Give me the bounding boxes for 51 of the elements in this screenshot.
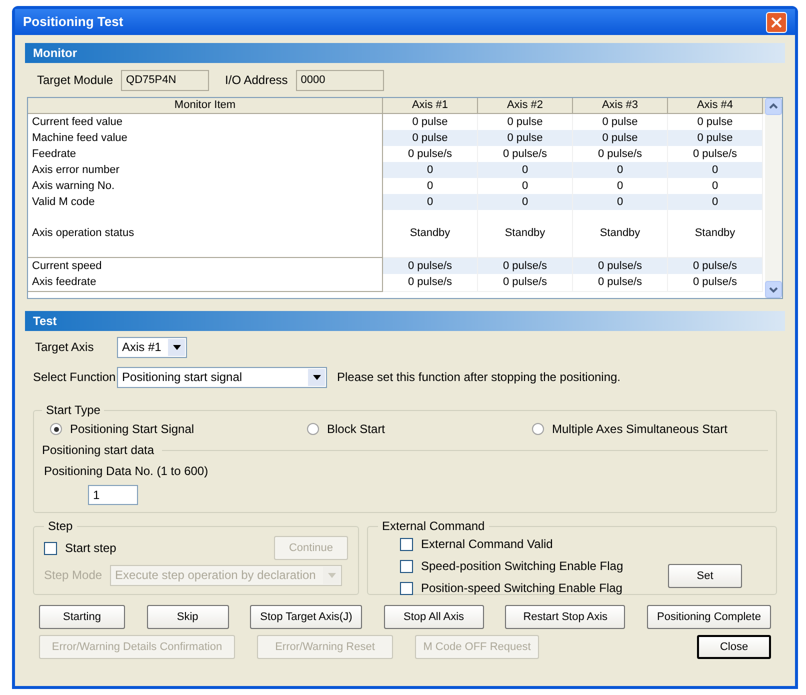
radio-button[interactable] [532, 423, 544, 435]
field-label: Step Mode [44, 567, 102, 584]
button[interactable]: Stop Target Axis(J) [250, 605, 362, 629]
table-cell: 0 pulse/s [383, 274, 478, 292]
radio-button[interactable] [307, 423, 319, 435]
button[interactable]: Stop All Axis [384, 605, 484, 629]
checkbox-label: Position-speed Switching Enable Flag [421, 580, 622, 597]
scroll-up-icon[interactable] [765, 98, 782, 115]
checkbox[interactable] [400, 560, 413, 572]
checkbox[interactable] [400, 582, 413, 594]
section-label: Positioning start data [42, 442, 154, 459]
radio-label: Block Start [327, 421, 386, 438]
table-cell: Axis operation status [28, 210, 383, 258]
group-title: Start Type [46, 403, 100, 417]
checkbox[interactable] [400, 538, 413, 550]
group-title: External Command [382, 519, 485, 533]
button[interactable]: Starting [39, 605, 125, 629]
section-header: Test [25, 311, 785, 331]
hint-text: Please set this function after stopping the positioning. [337, 369, 621, 386]
group-title: Step [48, 519, 73, 533]
table-cell: Standby [573, 210, 668, 258]
scroll-down-icon[interactable] [765, 281, 782, 298]
radio-label: Multiple Axes Simultaneous Start [552, 421, 728, 438]
table-cell: Axis feedrate [28, 274, 383, 292]
section-header: Monitor [25, 43, 785, 63]
radio-button[interactable] [50, 423, 62, 435]
table-cell: 0 pulse/s [478, 274, 573, 292]
checkbox-label: Start step [65, 540, 116, 557]
radio-label: Positioning Start Signal [70, 421, 194, 438]
set-button[interactable]: Set [668, 564, 742, 588]
button[interactable]: Positioning Complete [646, 605, 771, 629]
close-button[interactable]: Close [697, 635, 771, 659]
function-dropdown[interactable]: Positioning start signal [117, 366, 327, 388]
field-label: I/O Address [225, 72, 288, 89]
checkbox-label: External Command Valid [421, 536, 553, 553]
table-cell: 0 pulse/s [668, 274, 763, 292]
window-title: Positioning Test [23, 13, 124, 32]
field-label: Target Axis [35, 339, 95, 356]
field-label: Positioning Data No. (1 to 600) [43, 463, 210, 480]
table-cell: Standby [478, 210, 573, 258]
button[interactable]: Restart Stop Axis [505, 605, 626, 629]
table-cell: Standby [383, 210, 478, 258]
number-field[interactable]: 1 [88, 485, 138, 505]
checkbox[interactable] [44, 542, 57, 554]
button[interactable]: Skip [146, 605, 229, 629]
table-cell: Standby [668, 210, 763, 258]
field-label: Target Module [37, 72, 114, 89]
checkbox-label: Speed-position Switching Enable Flag [421, 558, 624, 575]
close-icon[interactable] [766, 12, 787, 32]
table-cell: 0 pulse/s [573, 274, 668, 292]
axis-dropdown[interactable]: Axis #1 [117, 336, 187, 358]
